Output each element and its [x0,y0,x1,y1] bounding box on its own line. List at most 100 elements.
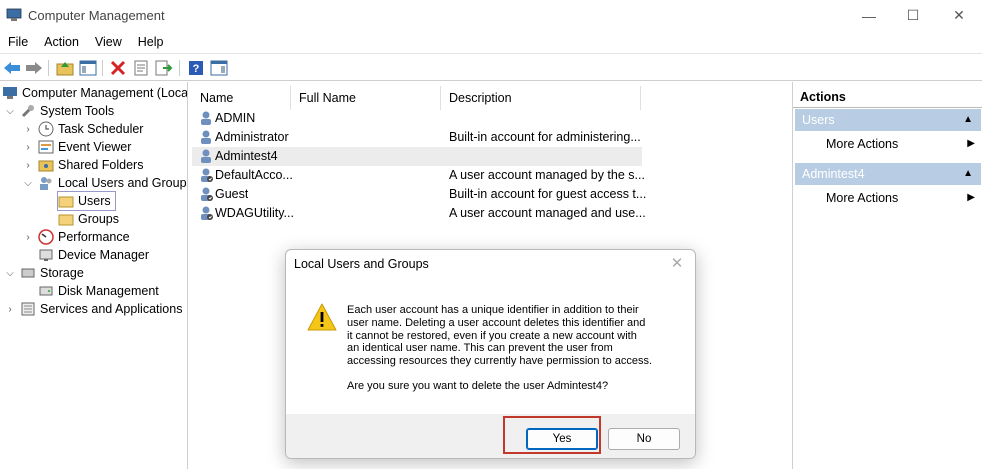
tree-node-disk-management[interactable]: Disk Management [38,282,159,300]
table-row[interactable]: Administrator Built-in account for admin… [192,128,642,147]
more-actions-users[interactable]: More Actions ▶ [793,133,982,155]
actions-pane: Actions Users ▲ More Actions ▶ Admintest… [792,82,982,469]
chevron-right-icon[interactable]: › [22,142,34,153]
action-pane-icon[interactable] [209,58,229,78]
actions-group-users[interactable]: Users ▲ [795,109,981,131]
tree-label: Users [78,194,111,208]
tree-node-users[interactable]: Users [57,191,116,211]
chevron-right-icon[interactable]: › [22,124,34,135]
user-icon [201,130,211,144]
toolbar-separator [179,60,180,76]
tree-node-performance[interactable]: › Performance [22,228,130,246]
performance-icon [38,229,54,245]
tree-node-shared-folders[interactable]: › Shared Folders [22,156,143,174]
collapse-icon[interactable]: ▲ [963,109,973,131]
tree-node-device-manager[interactable]: Device Manager [38,246,149,264]
up-folder-icon[interactable] [55,58,75,78]
toolbar-separator [48,60,49,76]
table-row[interactable]: Guest Built-in account for guest access … [192,185,646,204]
maximize-button[interactable]: ☐ [890,0,936,31]
menu-view[interactable]: View [87,31,130,53]
show-hide-tree-icon[interactable] [78,58,98,78]
event-viewer-icon [38,140,54,154]
tree-label: System Tools [40,104,115,118]
users-group-icon [40,177,52,190]
window-title: Computer Management [28,8,165,23]
user-description: Built-in account for guest access t... [449,187,647,201]
table-row[interactable]: WDAGUtility... A user account managed an… [192,204,646,223]
services-icon [21,302,35,316]
chevron-right-icon[interactable]: › [4,304,16,315]
menu-help[interactable]: Help [130,31,172,53]
user-name: WDAGUtility... [215,206,294,220]
actions-group-admintest4[interactable]: Admintest4 ▲ [795,163,981,185]
chevron-down-icon[interactable]: ⌵ [22,178,34,189]
tree-node-system-tools[interactable]: ⌵ System Tools [4,102,114,120]
folder-icon [58,196,74,208]
chevron-down-icon[interactable]: ⌵ [4,106,16,117]
tree-node-root[interactable]: Computer Management (Local [2,84,188,102]
user-icon [201,149,211,163]
dialog-message-line: user name. Deleting a user account delet… [347,316,646,329]
collapse-icon[interactable]: ▲ [963,163,973,185]
dialog-title: Local Users and Groups [294,257,429,271]
delete-icon[interactable] [108,58,128,78]
console-tree: Computer Management (Local ⌵ System Tool… [0,82,188,469]
disabled-user-icon [201,168,213,182]
tree-label: Computer Management (Local [22,86,188,100]
yes-button[interactable]: Yes [526,428,598,450]
actions-header: Actions [793,86,982,108]
tree-node-local-users-groups[interactable]: ⌵ Local Users and Groups [22,174,188,192]
submenu-arrow-icon: ▶ [967,138,975,149]
export-icon[interactable] [154,58,174,78]
tree-node-event-viewer[interactable]: › Event Viewer [22,138,131,156]
chevron-right-icon[interactable]: › [22,160,34,171]
user-description: A user account managed by the s... [449,168,645,182]
disabled-user-icon [201,206,213,220]
dialog-question: Are you sure you want to delete the user… [347,380,609,392]
actions-group-label: Users [802,113,835,127]
dialog-message-line: accessing resources they currently have … [347,355,653,368]
user-name: Admintest4 [215,149,278,163]
chevron-right-icon[interactable]: › [22,232,34,243]
svg-text:?: ? [193,63,200,75]
table-row[interactable]: ADMIN [192,109,642,128]
tree-label: Storage [40,266,84,280]
back-icon[interactable] [2,58,22,78]
properties-icon[interactable] [131,58,151,78]
minimize-button[interactable]: — [846,0,892,31]
menu-file[interactable]: File [0,31,36,53]
tree-node-task-scheduler[interactable]: › Task Scheduler [22,120,143,138]
table-row[interactable]: DefaultAcco... A user account managed by… [192,166,645,185]
table-row-selected[interactable]: Admintest4 [192,147,642,166]
dialog-message-line: an identical user name. This can prevent… [347,342,613,355]
title-bar: Computer Management — ☐ ✕ [0,0,982,31]
close-button[interactable]: ✕ [936,0,982,31]
tree-label: Shared Folders [58,158,144,172]
computer-management-icon [6,8,22,21]
dialog-close-icon[interactable]: ✕ [667,254,687,274]
menu-action[interactable]: Action [36,31,87,53]
more-actions-admintest4[interactable]: More Actions ▶ [793,187,982,209]
column-header-name[interactable]: Name [192,86,291,110]
device-manager-icon [39,249,53,261]
tree-label: Groups [78,212,119,226]
shared-folder-icon [38,160,54,172]
forward-icon[interactable] [24,58,44,78]
tree-label: Task Scheduler [58,122,144,136]
more-actions-label: More Actions [826,137,899,151]
help-icon[interactable]: ? [186,58,206,78]
no-button[interactable]: No [608,428,680,450]
dialog-message: Each user account has a unique identifie… [347,304,677,368]
user-description: Built-in account for administering... [449,130,641,144]
tree-label: Performance [58,230,130,244]
user-description: A user account managed and use... [449,206,646,220]
tree-label: Event Viewer [58,140,132,154]
tree-node-services-apps[interactable]: › Services and Applications [4,300,182,318]
column-header-description[interactable]: Description [441,86,641,110]
tree-node-storage[interactable]: ⌵ Storage [4,264,84,282]
chevron-down-icon[interactable]: ⌵ [4,268,16,279]
column-header-full-name[interactable]: Full Name [291,86,441,110]
tree-node-groups[interactable]: Groups [58,210,119,228]
tree-label: Local Users and Groups [58,176,188,190]
